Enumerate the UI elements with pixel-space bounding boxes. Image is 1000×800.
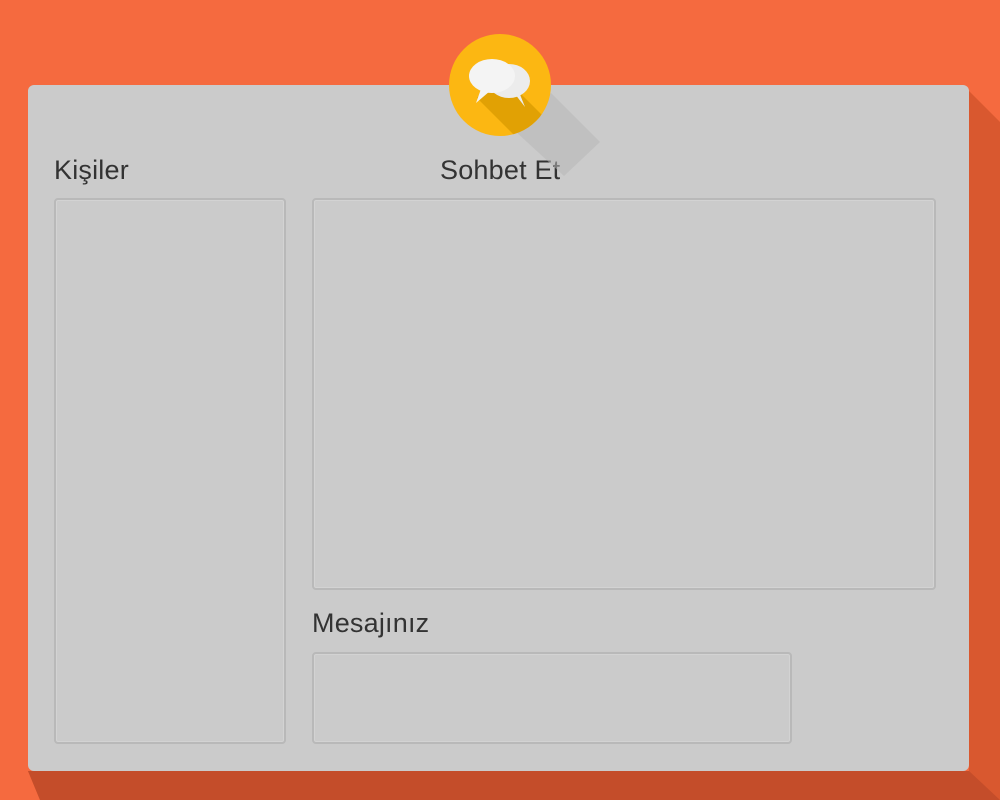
contacts-list[interactable] — [54, 198, 286, 744]
message-input[interactable] — [312, 652, 792, 744]
chat-title: Sohbet Et — [440, 155, 561, 185]
chat-app-window: Kişiler Sohbet Et Mesajınız — [0, 0, 1000, 800]
chat-bubbles-icon — [449, 34, 551, 136]
message-title: Mesajınız — [312, 608, 430, 638]
chat-history[interactable] — [312, 198, 936, 590]
contacts-title: Kişiler — [54, 155, 129, 185]
chat-panel: Kişiler Sohbet Et Mesajınız — [28, 85, 969, 771]
